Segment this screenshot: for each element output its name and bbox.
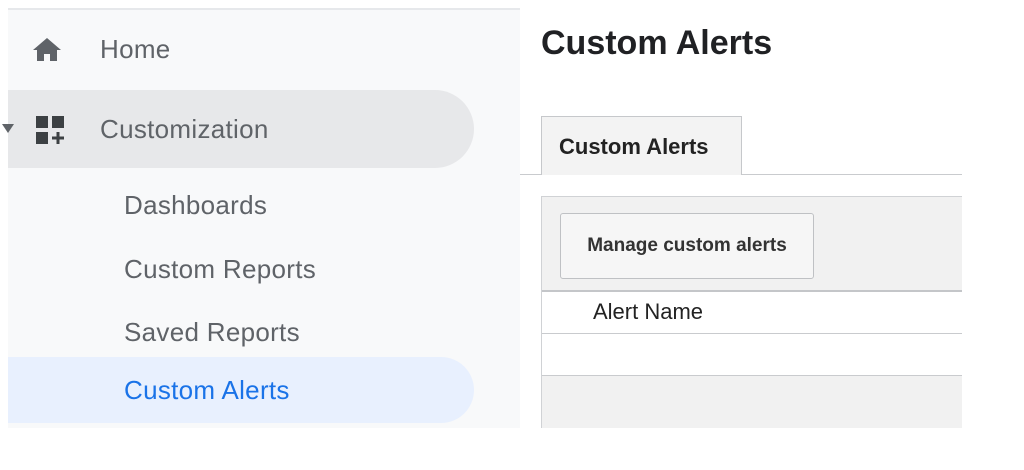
sidebar-item-dashboards[interactable]: Dashboards (8, 174, 474, 238)
sidebar-item-home[interactable]: Home (8, 20, 488, 76)
caret-down-icon (2, 124, 14, 133)
alerts-table: Alert Name (542, 290, 962, 376)
sidebar-item-saved-reports[interactable]: Saved Reports (8, 301, 474, 365)
customization-icon (36, 116, 64, 144)
sidebar-item-custom-alerts[interactable]: Custom Alerts (8, 357, 474, 423)
sidebar-item-label: Saved Reports (124, 317, 300, 347)
tab-label: Custom Alerts (559, 134, 709, 159)
sidebar-item-custom-reports[interactable]: Custom Reports (8, 238, 474, 302)
table-row (542, 334, 962, 376)
sidebar-item-label: Dashboards (124, 190, 268, 220)
sidebar-item-customization[interactable]: Customization (2, 90, 474, 168)
tab-custom-alerts[interactable]: Custom Alerts (541, 116, 742, 175)
sidebar-item-label: Custom Reports (124, 254, 317, 284)
sidebar: Home Customization Dashboards Custom Rep… (2, 8, 520, 428)
table-header: Alert Name (542, 292, 962, 334)
alerts-panel: Manage custom alerts Alert Name (541, 196, 962, 428)
sidebar-item-label: Custom Alerts (124, 375, 290, 405)
home-icon (33, 38, 61, 61)
manage-custom-alerts-button[interactable]: Manage custom alerts (560, 213, 814, 279)
sidebar-item-label: Customization (100, 114, 269, 144)
sidebar-item-label: Home (100, 34, 171, 64)
page: Home Customization Dashboards Custom Rep… (0, 0, 1024, 470)
page-title: Custom Alerts (541, 24, 773, 62)
column-header-alert-name[interactable]: Alert Name (593, 299, 703, 325)
